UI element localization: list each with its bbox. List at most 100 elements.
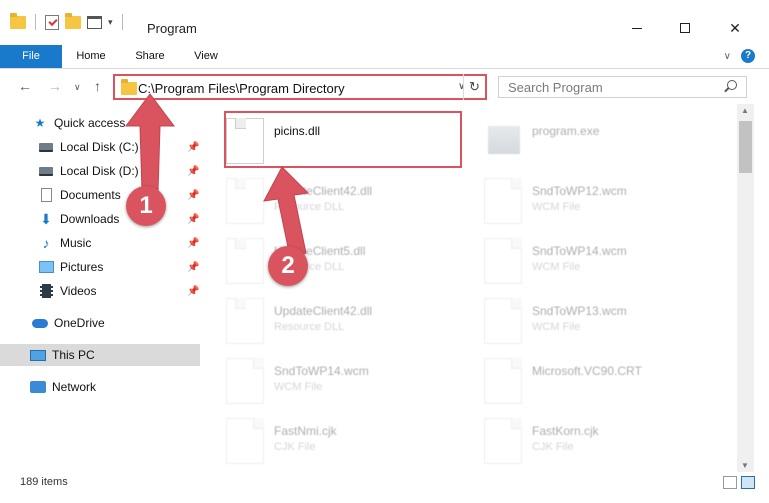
file-name: SndToWP14.wcm [274,364,369,378]
sidebar-item-label: Music [60,236,92,250]
pin-icon[interactable]: 📌 [187,166,199,177]
videos-icon [38,284,54,298]
forward-button[interactable]: → [48,78,62,94]
sidebar-item-network[interactable]: Network [0,376,200,398]
chevron-down-icon[interactable]: ▾ [108,17,113,28]
sidebar-item-label: OneDrive [54,316,105,330]
pin-icon[interactable]: 📌 [187,142,199,153]
up-button[interactable]: ↑ [94,78,101,94]
file-item[interactable]: FastKorn.cjk CJK File [468,412,708,470]
dll-file-icon [226,298,264,344]
recent-locations-button[interactable]: ∨ [74,82,81,93]
file-type: WCM File [532,321,581,333]
drive-icon [38,140,54,154]
pin-icon[interactable]: 📌 [187,286,199,297]
properties-icon[interactable] [45,14,59,30]
file-icon [484,238,522,284]
file-type: WCM File [532,201,581,213]
file-type: CJK File [274,441,316,453]
maximize-button[interactable] [662,14,708,42]
pin-icon[interactable]: 📌 [187,190,199,201]
file-item[interactable]: program.exe [468,112,708,172]
maximize-icon [680,23,690,33]
scroll-down-icon[interactable]: ▼ [741,461,749,470]
sidebar-item-label: Network [52,380,97,394]
refresh-button[interactable]: ↻ [463,74,485,100]
folder-icon[interactable] [10,12,26,29]
file-icon [484,358,522,404]
vertical-scrollbar[interactable]: ▲ ▼ [737,104,754,472]
file-item[interactable]: SndToWP14.wcm WCM File [468,232,708,292]
sidebar-item-music[interactable]: ♪ Music 📌 [0,232,200,254]
status-bar: 189 items [0,472,769,503]
pin-icon[interactable]: 📌 [187,238,199,249]
sidebar-item-label: Documents [60,188,121,202]
minimize-button[interactable] [614,14,660,42]
file-name: UpdateClient42.dll [274,304,373,318]
scrollbar-thumb[interactable] [739,121,752,173]
view-icon[interactable] [87,15,102,29]
pin-icon[interactable]: 📌 [187,214,199,225]
file-icon [484,298,522,344]
tab-file[interactable]: File [0,45,62,68]
file-icon [484,178,522,224]
file-name: SndToWP13.wcm [532,304,627,318]
network-icon [30,380,46,394]
callout-badge-2: 2 [268,246,308,286]
divider [121,14,123,30]
sidebar-item-label: This PC [52,348,95,362]
close-button[interactable]: ✕ [712,14,758,42]
file-name: FastNmi.cjk [274,424,337,438]
search-input[interactable]: Search Program [508,80,603,95]
file-name: SndToWP12.wcm [532,184,627,198]
new-folder-icon[interactable] [65,12,81,29]
large-icons-view-icon[interactable] [741,476,755,489]
file-icon [484,418,522,464]
sidebar-item-label: Downloads [60,212,120,226]
back-button[interactable]: ← [18,78,32,94]
sidebar-item-label: Quick access [54,116,126,130]
exe-file-icon [488,126,520,154]
file-name: program.exe [532,124,600,138]
file-name: FastKorn.cjk [532,424,599,438]
file-item[interactable]: SndToWP14.wcm WCM File [210,352,450,412]
sidebar-item-this-pc[interactable]: This PC [0,344,200,366]
file-name: Microsoft.VC90.CRT [532,364,642,378]
tab-home[interactable]: Home [68,45,114,68]
sidebar-item-label: Videos [60,284,97,298]
file-name: SndToWP14.wcm [532,244,627,258]
window-title: Program [147,21,197,36]
file-type: WCM File [532,261,581,273]
search-icon [727,80,737,90]
file-item[interactable]: Microsoft.VC90.CRT [468,352,708,412]
file-item[interactable]: FastNmi.cjk CJK File [210,412,450,470]
highlight-box [224,111,462,168]
sidebar-item-onedrive[interactable]: OneDrive [0,312,200,334]
tab-view[interactable]: View [184,45,228,68]
star-icon: ★ [34,116,46,130]
sidebar-item-videos[interactable]: Videos 📌 [0,280,200,302]
music-icon: ♪ [42,235,50,251]
file-type: CJK File [532,441,574,453]
scroll-up-icon[interactable]: ▲ [741,106,749,115]
expand-ribbon-icon[interactable]: ∨ [724,51,731,62]
help-icon[interactable]: ? [741,49,755,63]
search-box[interactable]: Search Program [498,76,747,98]
address-row: ← → ∨ ↑ C:\Program Files\Program Directo… [0,70,769,104]
view-toggle [723,476,755,489]
item-count: 189 items [20,476,68,488]
sidebar-item-pictures[interactable]: Pictures 📌 [0,256,200,278]
file-item[interactable]: SndToWP13.wcm WCM File [468,292,708,352]
file-item[interactable]: UpdateClient42.dll Resource DLL [210,292,450,352]
file-type: WCM File [274,381,323,393]
dll-file-icon [226,178,264,224]
tab-share[interactable]: Share [128,45,172,68]
pin-icon[interactable]: 📌 [187,262,199,273]
details-view-icon[interactable] [723,476,737,489]
title-bar: ▾ Program ✕ [0,0,769,48]
ribbon: File Home Share View ∨ ? [0,45,769,69]
downloads-icon: ⬇ [40,210,52,227]
sidebar-item-label: Pictures [60,260,104,274]
file-item[interactable]: SndToWP12.wcm WCM File [468,172,708,232]
documents-icon [38,188,54,202]
